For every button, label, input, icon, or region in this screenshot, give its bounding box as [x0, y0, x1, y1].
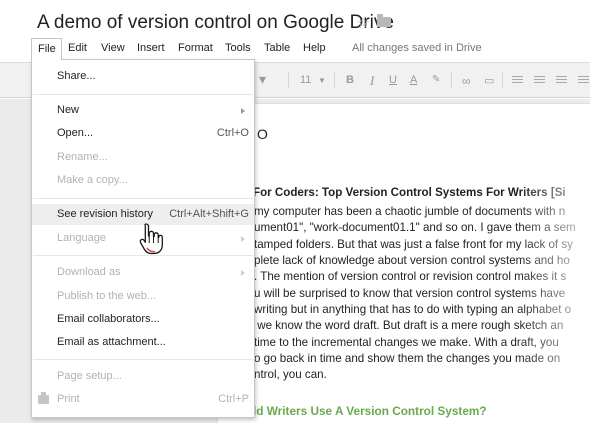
document-line: o go back in time and show them the chan… — [254, 352, 561, 365]
menu-bar: File Edit View Insert Format Tools Table… — [0, 38, 590, 60]
menu-item-email-collaborators[interactable]: Email collaborators... — [32, 309, 254, 330]
menu-table[interactable]: Table — [264, 38, 290, 60]
menu-separator — [33, 359, 253, 360]
chevron-down-icon[interactable]: ▼ — [318, 76, 326, 85]
document-page[interactable]: O For Coders: Top Version Control System… — [218, 104, 590, 423]
font-name-dropdown[interactable]: ▾ — [259, 71, 266, 88]
bold-icon[interactable]: B — [346, 74, 354, 86]
document-heading-letter: O — [257, 126, 268, 142]
folder-icon[interactable] — [377, 14, 391, 27]
menu-item-share[interactable]: Share... — [32, 66, 254, 87]
toolbar-divider — [451, 72, 452, 88]
toolbar-divider — [334, 72, 335, 88]
menu-item-download-as[interactable]: Download as — [32, 262, 254, 283]
menu-item-publish[interactable]: Publish to the web... — [32, 286, 254, 307]
menu-item-rename[interactable]: Rename... — [32, 147, 254, 168]
submenu-arrow-icon — [241, 270, 245, 276]
toolbar-divider — [288, 72, 289, 88]
menu-edit[interactable]: Edit — [68, 38, 87, 60]
submenu-arrow-icon — [241, 108, 245, 114]
align-right-icon[interactable] — [556, 76, 567, 85]
align-justify-icon[interactable] — [578, 76, 589, 85]
submenu-arrow-icon — [241, 236, 245, 242]
menu-format[interactable]: Format — [178, 38, 213, 60]
text-color-icon[interactable]: A — [410, 74, 417, 86]
document-line: . The mention of version control or revi… — [254, 270, 567, 283]
document-line: time to the incremental changes we make.… — [254, 336, 559, 349]
document-line: tamped folders. But that was just a fals… — [254, 238, 573, 251]
document-heading: For Coders: Top Version Control Systems … — [253, 186, 566, 199]
document-line: my computer has been a chaotic jumble of… — [254, 205, 566, 218]
align-left-icon[interactable] — [512, 76, 523, 85]
star-icon[interactable]: ☆ — [356, 13, 370, 33]
comment-icon[interactable]: ▭ — [484, 74, 494, 87]
italic-icon[interactable]: I — [370, 73, 374, 89]
link-icon[interactable]: ∞ — [462, 74, 471, 88]
document-subheading: ld Writers Use A Version Control System? — [253, 404, 487, 418]
menu-item-page-setup[interactable]: Page setup... — [32, 366, 254, 387]
menu-help[interactable]: Help — [303, 38, 326, 60]
menu-tools[interactable]: Tools — [225, 38, 251, 60]
document-line: plete lack of knowledge about version co… — [254, 254, 570, 267]
hand-cursor-icon — [139, 223, 163, 255]
save-status: All changes saved in Drive — [352, 42, 482, 54]
menu-item-print[interactable]: Print Ctrl+P — [32, 389, 254, 410]
highlight-color-icon[interactable]: ✎ — [432, 74, 440, 85]
menu-item-email-attachment[interactable]: Email as attachment... — [32, 332, 254, 353]
menu-separator — [33, 198, 253, 199]
title-bar: A demo of version control on Google Driv… — [0, 0, 590, 38]
document-line: we know the word draft. But draft is a m… — [254, 319, 564, 332]
menu-item-new[interactable]: New — [32, 100, 254, 121]
document-line: u will be surprised to know that version… — [254, 287, 566, 300]
document-line: ument01", "work-document01.1" and so on.… — [254, 221, 576, 234]
menu-item-make-copy[interactable]: Make a copy... — [32, 170, 254, 191]
align-center-icon[interactable] — [534, 76, 545, 85]
document-line: ntrol, you can. — [254, 368, 327, 381]
document-title[interactable]: A demo of version control on Google Driv… — [37, 12, 394, 34]
menu-item-open[interactable]: Open... Ctrl+O — [32, 123, 254, 144]
document-line: writing but in anything that has to do w… — [254, 303, 572, 316]
font-size-dropdown[interactable]: 11 — [300, 74, 311, 86]
menu-insert[interactable]: Insert — [137, 38, 165, 60]
menu-view[interactable]: View — [101, 38, 125, 60]
menu-separator — [33, 94, 253, 95]
print-icon — [38, 392, 49, 404]
toolbar-divider — [502, 72, 503, 88]
menu-file[interactable]: File — [31, 38, 62, 60]
underline-icon[interactable]: U — [389, 74, 397, 86]
